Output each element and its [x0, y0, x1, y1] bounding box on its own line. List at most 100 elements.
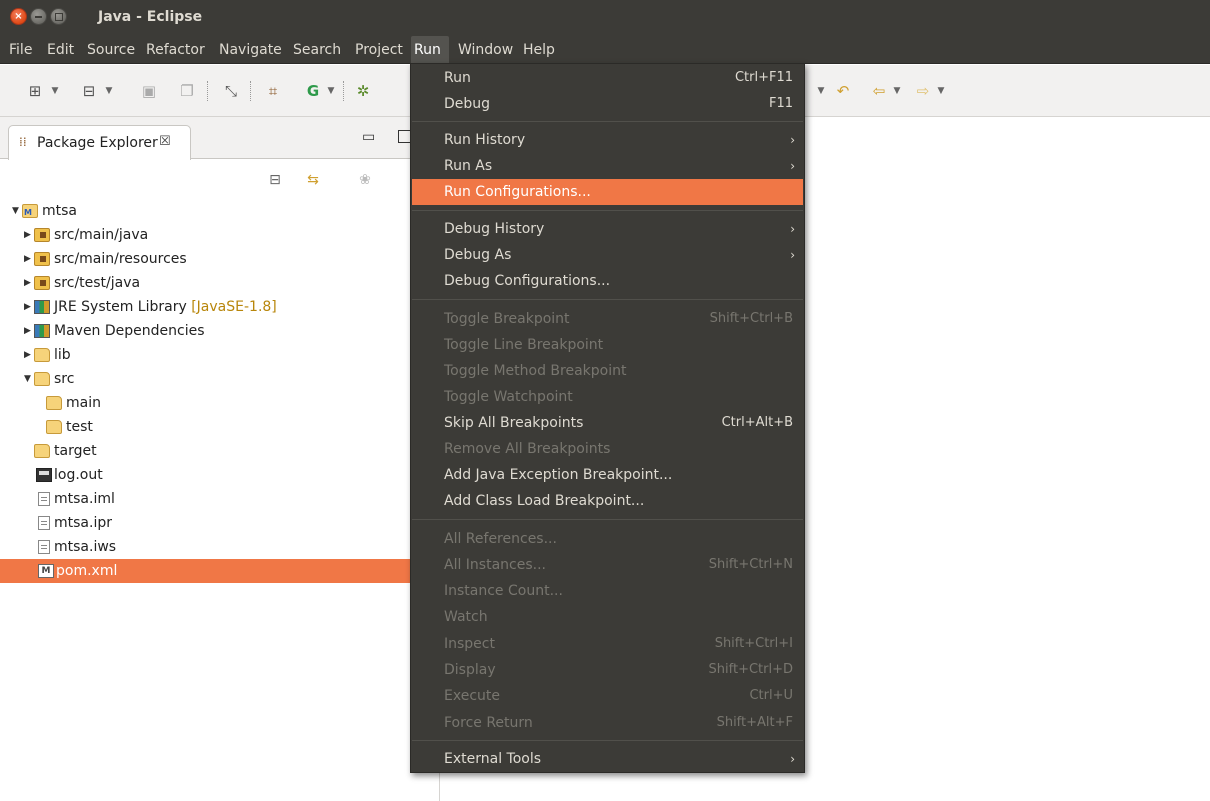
- menu-item-label: Run Configurations...: [444, 184, 591, 200]
- new-icon[interactable]: ⊞: [26, 82, 44, 100]
- menu-separator: [412, 519, 803, 520]
- menu-item-label: Execute: [444, 688, 500, 704]
- package-explorer-tab[interactable]: ⁞⁞ Package Explorer ☒: [8, 125, 191, 160]
- window-minimize-button[interactable]: [30, 8, 47, 25]
- menu-source[interactable]: Source: [84, 36, 138, 64]
- menu-item-run[interactable]: Run Ctrl+F11: [412, 65, 803, 91]
- menu-item-debug[interactable]: Debug F11: [412, 91, 803, 117]
- tree-item-test[interactable]: test: [0, 415, 440, 439]
- menu-navigate[interactable]: Navigate: [216, 36, 285, 64]
- menu-separator: [412, 299, 803, 300]
- menu-refactor[interactable]: Refactor: [143, 36, 208, 64]
- menu-run[interactable]: Run: [411, 36, 449, 64]
- menu-item-add-class-load-breakpoint[interactable]: Add Class Load Breakpoint...: [412, 488, 803, 514]
- tree-item-main[interactable]: main: [0, 391, 440, 415]
- close-icon[interactable]: ☒: [159, 134, 171, 149]
- minimize-view-icon[interactable]: ▭: [362, 129, 375, 145]
- menu-item-add-java-exception-breakpoint[interactable]: Add Java Exception Breakpoint...: [412, 462, 803, 488]
- menu-item-run-configurations[interactable]: Run Configurations...: [412, 179, 803, 205]
- collapse-all-icon[interactable]: ⊟: [266, 171, 284, 189]
- tree-item-mtsa[interactable]: ▼ mtsa: [0, 199, 440, 225]
- tree-item-label: target: [54, 443, 97, 459]
- tree-item-mtsa-iml[interactable]: mtsa.iml: [0, 487, 440, 511]
- tree-item-mtsa-ipr[interactable]: mtsa.ipr: [0, 511, 440, 535]
- window-close-button[interactable]: ×: [10, 8, 27, 25]
- collapsed-chevron-icon[interactable]: ▶: [24, 247, 31, 271]
- debug-icon[interactable]: ✲: [354, 82, 372, 100]
- menu-search[interactable]: Search: [290, 36, 344, 64]
- project-icon: [22, 201, 38, 225]
- new-dropdown-chevron-icon[interactable]: ▼: [50, 82, 60, 100]
- tree-item-mtsa-iws[interactable]: mtsa.iws: [0, 535, 440, 559]
- tree-item-jre-system-library[interactable]: ▶ JRE System Library [JavaSE-1.8]: [0, 295, 440, 319]
- collapsed-chevron-icon[interactable]: ▶: [24, 319, 31, 343]
- tree-item-src-main-resources[interactable]: ▶ src/main/resources: [0, 247, 440, 271]
- tree-item-label: mtsa.iws: [54, 539, 117, 555]
- menu-edit[interactable]: Edit: [44, 36, 77, 64]
- menu-project[interactable]: Project: [352, 36, 406, 64]
- open-type-icon[interactable]: ⌗: [264, 82, 282, 100]
- skip-breakpoints-icon[interactable]: ⤡: [222, 82, 240, 100]
- menu-item-watch[interactable]: Watch: [412, 604, 803, 630]
- new-class-dropdown-chevron-icon[interactable]: ▼: [326, 82, 336, 100]
- menu-item-debug-history[interactable]: Debug History ›: [412, 216, 803, 242]
- tree-item-log-out[interactable]: log.out: [0, 463, 440, 487]
- menu-item-toggle-method-breakpoint[interactable]: Toggle Method Breakpoint: [412, 358, 803, 384]
- folder-icon: [34, 348, 50, 362]
- prev-edit-dropdown-chevron-icon[interactable]: ▼: [816, 82, 826, 100]
- menu-item-toggle-line-breakpoint[interactable]: Toggle Line Breakpoint: [412, 332, 803, 358]
- tree-item-lib[interactable]: ▶ lib: [0, 343, 440, 367]
- package-explorer-icon: ⁞⁞: [19, 135, 27, 149]
- new-project-dropdown-chevron-icon[interactable]: ▼: [104, 82, 114, 100]
- back-dropdown-chevron-icon[interactable]: ▼: [892, 82, 902, 100]
- menu-help[interactable]: Help: [520, 36, 558, 64]
- tree-item-src-main-java[interactable]: ▶ src/main/java: [0, 223, 440, 247]
- focus-task-icon[interactable]: ❀: [356, 171, 374, 189]
- save-icon[interactable]: ▣: [140, 82, 158, 100]
- menu-item-run-as[interactable]: Run As ›: [412, 153, 803, 179]
- menu-item-force-return[interactable]: Force Return Shift+Alt+F: [412, 710, 803, 736]
- menu-item-toggle-breakpoint[interactable]: Toggle Breakpoint Shift+Ctrl+B: [412, 306, 803, 332]
- submenu-arrow-icon: ›: [790, 222, 795, 236]
- menu-item-display[interactable]: Display Shift+Ctrl+D: [412, 657, 803, 683]
- library-icon: [34, 324, 50, 338]
- menu-item-skip-all-breakpoints[interactable]: Skip All Breakpoints Ctrl+Alt+B: [412, 410, 803, 436]
- tree-item-src-test-java[interactable]: ▶ src/test/java: [0, 271, 440, 295]
- save-all-icon[interactable]: ❐: [178, 82, 196, 100]
- collapsed-chevron-icon[interactable]: ▶: [24, 223, 31, 247]
- tree-item-target[interactable]: target: [0, 439, 440, 463]
- new-class-icon[interactable]: G: [304, 82, 322, 100]
- menu-item-all-references[interactable]: All References...: [412, 526, 803, 552]
- menu-window[interactable]: Window: [455, 36, 516, 64]
- window-maximize-button[interactable]: [50, 8, 67, 25]
- menu-item-debug-as[interactable]: Debug As ›: [412, 242, 803, 268]
- collapsed-chevron-icon[interactable]: ▶: [24, 271, 31, 295]
- menu-item-remove-all-breakpoints[interactable]: Remove All Breakpoints: [412, 436, 803, 462]
- menu-item-all-instances[interactable]: All Instances... Shift+Ctrl+N: [412, 552, 803, 578]
- menu-item-external-tools[interactable]: External Tools ›: [412, 746, 803, 772]
- tree-item-maven-dependencies[interactable]: ▶ Maven Dependencies: [0, 319, 440, 343]
- menu-item-label: Toggle Line Breakpoint: [444, 337, 604, 353]
- expanded-chevron-icon[interactable]: ▼: [12, 199, 19, 223]
- collapsed-chevron-icon[interactable]: ▶: [24, 343, 31, 367]
- back-arrow-icon[interactable]: ⇦: [870, 82, 888, 100]
- expanded-chevron-icon[interactable]: ▼: [24, 367, 31, 391]
- menu-file[interactable]: File: [6, 36, 35, 64]
- new-java-project-icon[interactable]: ⊟: [80, 82, 98, 100]
- menu-item-debug-configurations[interactable]: Debug Configurations...: [412, 268, 803, 294]
- collapsed-chevron-icon[interactable]: ▶: [24, 295, 31, 319]
- forward-dropdown-chevron-icon[interactable]: ▼: [936, 82, 946, 100]
- menu-item-label: Debug: [444, 96, 491, 112]
- menu-item-inspect[interactable]: Inspect Shift+Ctrl+I: [412, 631, 803, 657]
- forward-arrow-icon[interactable]: ⇨: [914, 82, 932, 100]
- menu-item-execute[interactable]: Execute Ctrl+U: [412, 683, 803, 709]
- link-with-editor-icon[interactable]: ⇆: [304, 171, 322, 189]
- last-edit-location-icon[interactable]: ↶: [834, 82, 852, 100]
- log-file-icon: [36, 468, 52, 482]
- menu-item-label: Debug History: [444, 221, 545, 237]
- tree-item-src[interactable]: ▼ src: [0, 367, 440, 391]
- tree-item-pom-xml[interactable]: M pom.xml: [0, 559, 410, 583]
- menu-item-run-history[interactable]: Run History ›: [412, 127, 803, 153]
- menu-item-toggle-watchpoint[interactable]: Toggle Watchpoint: [412, 384, 803, 410]
- menu-item-instance-count[interactable]: Instance Count...: [412, 578, 803, 604]
